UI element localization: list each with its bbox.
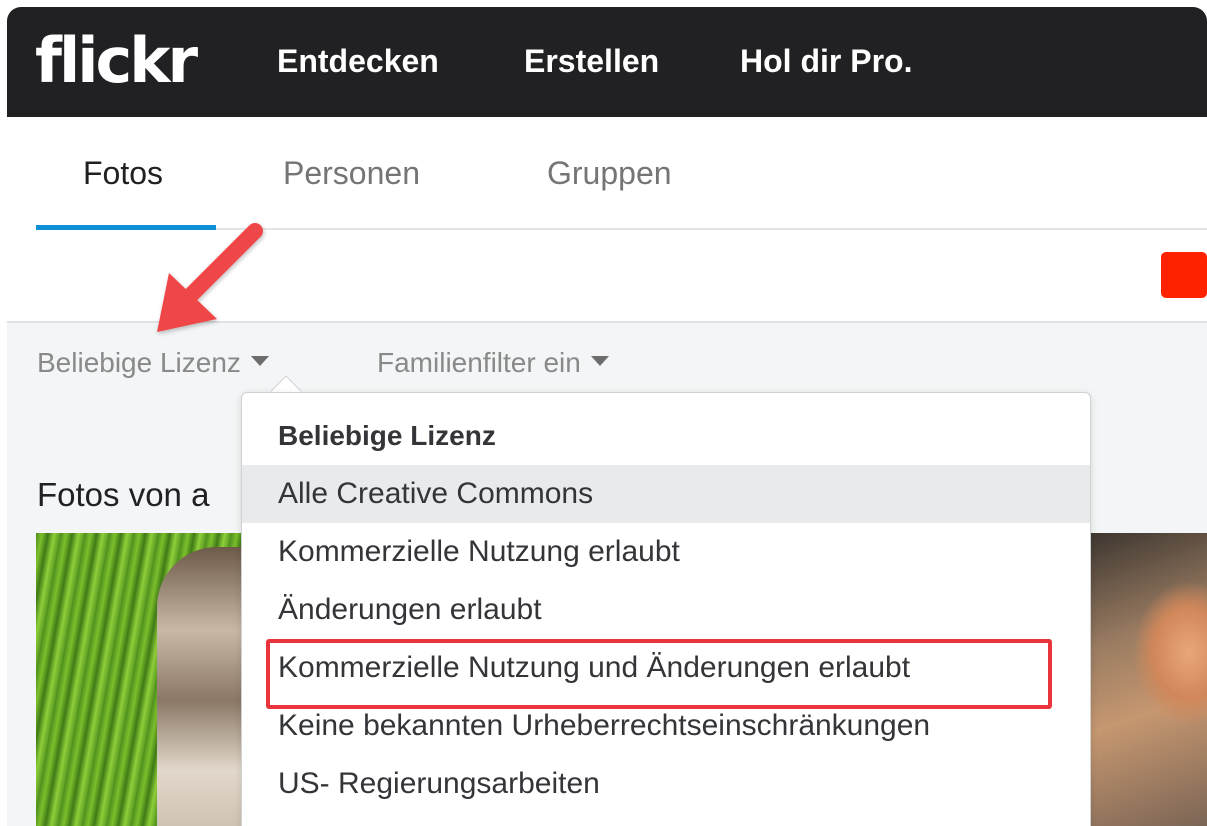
photo-cat-figure	[157, 547, 247, 826]
license-option-any[interactable]: Beliebige Lizenz	[242, 407, 1090, 465]
license-option-us-government[interactable]: US- Regierungsarbeiten	[242, 755, 1090, 813]
license-filter-dropdown[interactable]: Beliebige Lizenz	[37, 345, 269, 381]
license-dropdown-menu: Beliebige Lizenz Alle Creative Commons K…	[241, 392, 1091, 826]
red-action-button[interactable]	[1161, 252, 1207, 298]
license-option-all-cc[interactable]: Alle Creative Commons	[242, 465, 1090, 523]
family-filter-label: Familienfilter ein	[377, 347, 581, 378]
license-option-commercial[interactable]: Kommerzielle Nutzung erlaubt	[242, 523, 1090, 581]
flickr-window: flickr Entdecken Erstellen Hol dir Pro. …	[7, 7, 1207, 826]
top-navigation-bar: flickr Entdecken Erstellen Hol dir Pro.	[7, 7, 1207, 117]
nav-erstellen[interactable]: Erstellen	[524, 41, 659, 81]
photo-thumbnail-cat-ear[interactable]	[1089, 533, 1207, 826]
flickr-logo[interactable]: flickr	[35, 21, 198, 101]
tab-fotos[interactable]: Fotos	[83, 153, 163, 193]
family-filter-dropdown[interactable]: Familienfilter ein	[377, 345, 609, 381]
license-option-modifications[interactable]: Änderungen erlaubt	[242, 581, 1090, 639]
caret-down-icon	[590, 356, 609, 366]
annotation-arrow-icon	[157, 223, 263, 332]
license-filter-label: Beliebige Lizenz	[37, 347, 241, 378]
tab-gruppen[interactable]: Gruppen	[547, 153, 672, 193]
annotation-highlight-box	[266, 639, 1052, 709]
nav-hol-dir-pro[interactable]: Hol dir Pro.	[740, 41, 912, 81]
section-heading: Fotos von a	[37, 476, 210, 513]
nav-entdecken[interactable]: Entdecken	[277, 41, 439, 81]
tab-personen[interactable]: Personen	[283, 153, 420, 193]
caret-down-icon	[250, 356, 269, 366]
